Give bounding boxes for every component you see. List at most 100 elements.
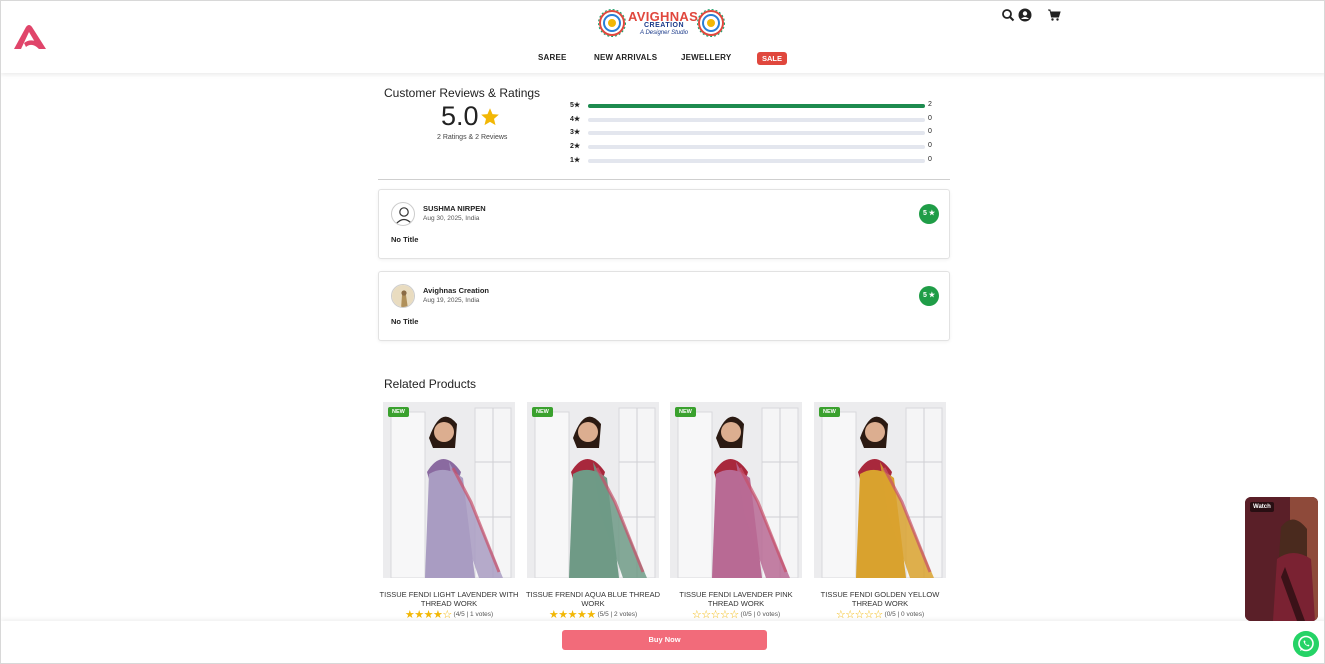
user-icon xyxy=(395,207,413,225)
account-icon[interactable] xyxy=(1018,8,1032,22)
review-rating-badge: 5 ★ xyxy=(919,204,939,224)
rating-bar-count: 0 xyxy=(928,142,932,149)
product-photo xyxy=(670,402,802,578)
review-card: Avighnas Creation Aug 19, 2025, India No… xyxy=(378,271,950,341)
site-header: AVIGHNAS CREATION A Designer Studio SARE… xyxy=(1,1,1324,73)
whatsapp-icon[interactable] xyxy=(1293,631,1319,657)
star-filled-icon: ★ xyxy=(548,609,559,621)
related-products-title: Related Products xyxy=(384,377,477,391)
rating-bar-row: 5★ 2 xyxy=(570,101,940,110)
star-empty-icon: ☆ xyxy=(710,609,721,621)
star-empty-icon: ☆ xyxy=(863,609,874,621)
rating-bar-row: 2★ 0 xyxy=(570,142,940,151)
rating-bar-track xyxy=(588,131,925,135)
brand-logo[interactable]: AVIGHNAS CREATION A Designer Studio xyxy=(598,7,726,41)
product-votes: (0/5 | 0 votes) xyxy=(740,611,781,619)
star-icon xyxy=(481,108,499,126)
new-badge: NEW xyxy=(388,407,409,417)
cart-icon[interactable] xyxy=(1047,8,1061,22)
star-empty-icon: ☆ xyxy=(701,609,711,621)
watch-video-widget[interactable]: Watch xyxy=(1245,497,1318,621)
brand-subtitle: CREATION xyxy=(644,22,685,29)
product-rating: ☆☆☆☆☆ (0/5 | 0 votes) xyxy=(670,608,802,621)
rating-bar-row: 1★ 0 xyxy=(570,156,940,165)
star-filled-icon: ★ xyxy=(576,609,587,621)
ratings-summary: 2 Ratings & 2 Reviews xyxy=(437,134,508,141)
new-badge: NEW xyxy=(819,407,840,417)
product-photo xyxy=(383,402,515,578)
nav-saree[interactable]: SAREE xyxy=(538,53,567,62)
product-image[interactable]: NEW xyxy=(670,402,802,578)
rating-bar-fill xyxy=(588,104,925,108)
watch-label: Watch xyxy=(1250,502,1274,512)
star-rating: ☆☆☆☆☆ xyxy=(836,608,883,621)
sticky-footer: Buy Now xyxy=(1,621,1324,663)
product-image[interactable]: NEW xyxy=(814,402,946,578)
star-empty-icon: ☆ xyxy=(854,609,865,621)
review-title: No Title xyxy=(391,235,419,244)
product-name[interactable]: TISSUE FENDI LAVENDER PINK THREAD WORK xyxy=(666,590,806,608)
nav-sale[interactable]: SALE xyxy=(757,52,788,65)
rating-bar-track xyxy=(588,118,925,122)
mandala-left-icon xyxy=(598,9,626,37)
rating-bar-count: 2 xyxy=(928,101,932,108)
star-rating: ★★★★☆ xyxy=(405,608,452,621)
product-votes: (0/5 | 0 votes) xyxy=(884,611,925,619)
nav-jewellery[interactable]: JEWELLERY xyxy=(681,53,731,62)
product-votes: (5/5 | 2 votes) xyxy=(597,611,638,619)
video-thumbnail xyxy=(1245,497,1318,621)
nav-new-arrivals[interactable]: NEW ARRIVALS xyxy=(594,53,657,62)
divider xyxy=(378,179,950,180)
reviewer-name: SUSHMA NIRPEN xyxy=(423,204,486,213)
star-empty-icon: ☆ xyxy=(729,609,739,621)
avatar xyxy=(391,284,415,308)
rating-bar-count: 0 xyxy=(928,128,932,135)
product-name[interactable]: TISSUE FRENDI AQUA BLUE THREAD WORK xyxy=(523,590,663,608)
product-name[interactable]: TISSUE FENDI GOLDEN YELLOW THREAD WORK xyxy=(810,590,950,608)
star-filled-icon: ★ xyxy=(423,609,434,621)
side-logo-icon[interactable] xyxy=(12,23,48,51)
rating-bar-track xyxy=(588,159,925,163)
rating-bar-row: 4★ 0 xyxy=(570,115,940,124)
product-rating: ★★★★★ (5/5 | 2 votes) xyxy=(527,608,659,621)
average-rating: 5.0 xyxy=(441,101,479,131)
star-filled-icon: ★ xyxy=(567,609,578,621)
new-badge: NEW xyxy=(532,407,553,417)
rating-bar-track xyxy=(588,145,925,149)
star-filled-icon: ★ xyxy=(414,609,424,621)
reviewer-photo xyxy=(392,285,414,307)
review-date: Aug 30, 2025, India xyxy=(423,215,480,222)
review-rating-badge: 5 ★ xyxy=(919,286,939,306)
rating-bar-label: 1★ xyxy=(570,157,581,164)
product-image[interactable]: NEW xyxy=(383,402,515,578)
star-empty-icon: ☆ xyxy=(442,609,452,621)
star-empty-icon: ☆ xyxy=(845,609,855,621)
star-rating: ★★★★★ xyxy=(549,608,596,621)
rating-bar-label: 3★ xyxy=(570,129,581,136)
product-rating: ★★★★☆ (4/5 | 1 votes) xyxy=(383,608,515,621)
avatar xyxy=(391,202,415,226)
star-empty-icon: ☆ xyxy=(691,609,702,621)
star-empty-icon: ☆ xyxy=(719,609,730,621)
reviews-title: Customer Reviews & Ratings xyxy=(384,86,541,100)
product-rating: ☆☆☆☆☆ (0/5 | 0 votes) xyxy=(814,608,946,621)
new-badge: NEW xyxy=(675,407,696,417)
star-filled-icon: ★ xyxy=(586,609,596,621)
page: AVIGHNAS CREATION A Designer Studio SARE… xyxy=(0,0,1325,664)
star-filled-icon: ★ xyxy=(558,609,568,621)
product-name[interactable]: TISSUE FENDI LIGHT LAVENDER WITH THREAD … xyxy=(379,590,519,608)
reviewer-name: Avighnas Creation xyxy=(423,286,489,295)
star-filled-icon: ★ xyxy=(404,609,415,621)
rating-bar-label: 5★ xyxy=(570,102,581,109)
brand-tagline: A Designer Studio xyxy=(640,30,689,36)
mandala-right-icon xyxy=(697,9,725,37)
rating-bar-row: 3★ 0 xyxy=(570,128,940,137)
search-icon[interactable] xyxy=(1001,8,1015,22)
rating-bar-label: 4★ xyxy=(570,116,581,123)
rating-bar-label: 2★ xyxy=(570,143,581,150)
buy-now-button[interactable]: Buy Now xyxy=(562,630,767,650)
rating-bar-track xyxy=(588,104,925,108)
review-card: SUSHMA NIRPEN Aug 30, 2025, India No Tit… xyxy=(378,189,950,259)
product-image[interactable]: NEW xyxy=(527,402,659,578)
product-photo xyxy=(814,402,946,578)
